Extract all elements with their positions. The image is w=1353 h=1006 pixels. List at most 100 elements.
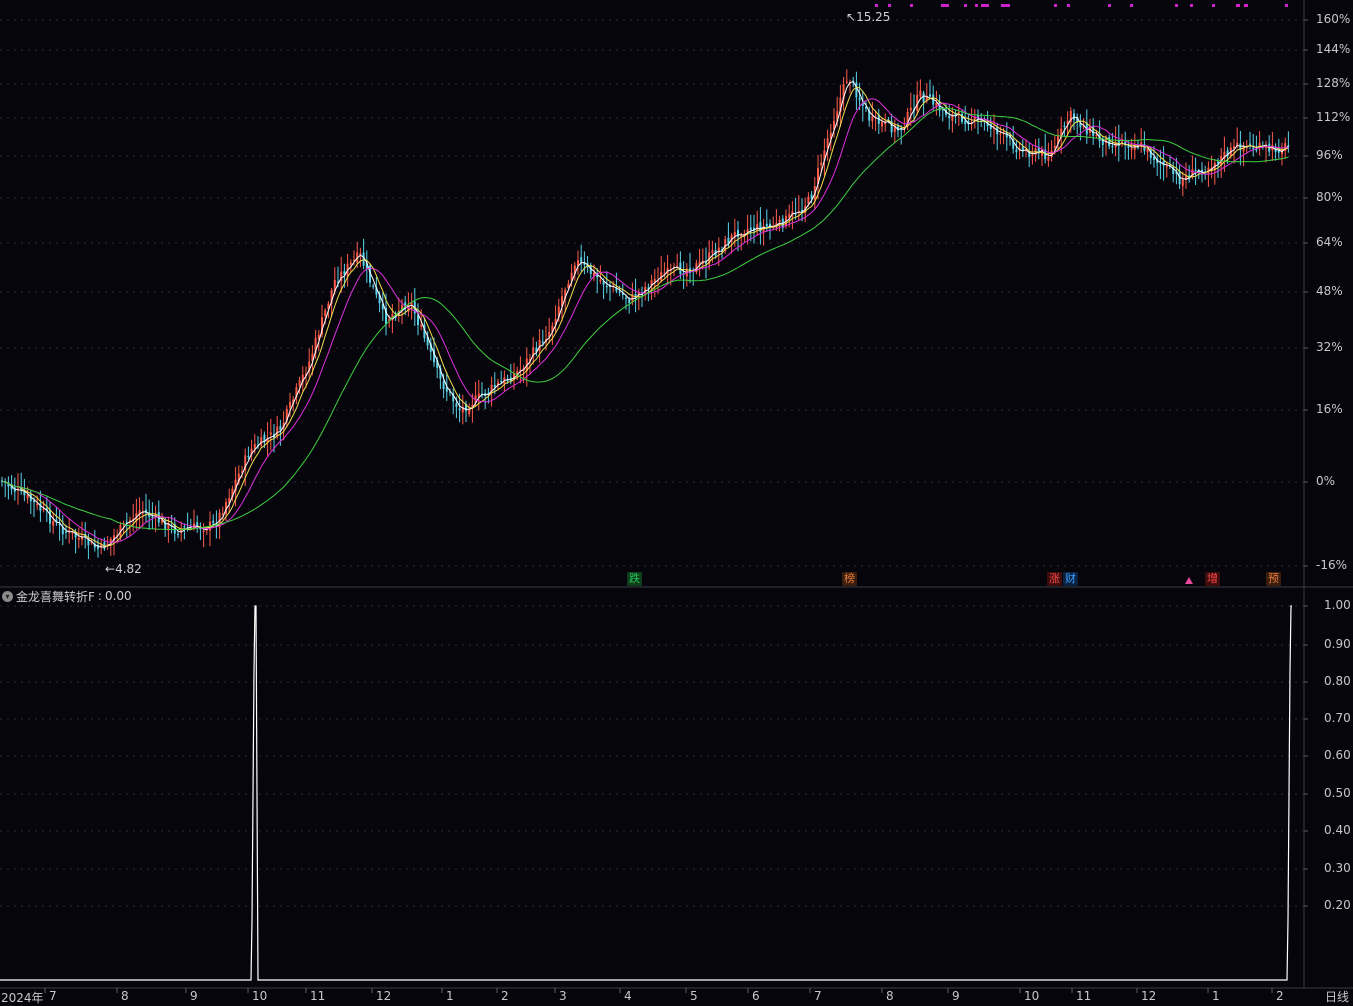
candle-body xyxy=(871,116,874,122)
event-badge[interactable]: 榜 xyxy=(842,572,857,586)
event-badge[interactable]: 增 xyxy=(1205,572,1220,586)
month-label: 10 xyxy=(252,989,268,1003)
signal-mark xyxy=(1190,4,1193,7)
candle-body xyxy=(177,533,179,536)
signal-mark xyxy=(1067,4,1070,7)
candle-body xyxy=(420,324,423,327)
candle-body xyxy=(26,494,29,499)
price-tick-label: 0% xyxy=(1316,474,1336,488)
month-label: 2 xyxy=(501,989,509,1003)
signal-mark xyxy=(1285,4,1288,7)
candle-body xyxy=(372,285,375,288)
candle-body xyxy=(1111,146,1114,148)
candle-body xyxy=(455,403,458,407)
candle-body xyxy=(52,520,55,526)
candle-body xyxy=(36,503,39,506)
candle-body xyxy=(1165,165,1168,168)
indicator-tick-label: 0.90 xyxy=(1324,637,1351,651)
candle-body xyxy=(765,223,768,227)
signal-mark xyxy=(888,4,891,7)
signal-mark xyxy=(1108,4,1111,7)
indicator-tick-label: 0.50 xyxy=(1324,786,1351,800)
candle-body xyxy=(289,401,291,408)
candle-body xyxy=(1063,125,1066,127)
month-label: 2024年 xyxy=(1,991,44,1005)
indicator-tick-label: 0.30 xyxy=(1324,861,1351,875)
month-label: 4 xyxy=(624,989,632,1003)
month-label: 9 xyxy=(190,989,198,1003)
candle-body xyxy=(909,107,912,111)
candle-body xyxy=(807,196,810,204)
candle-body xyxy=(183,526,186,528)
signal-mark xyxy=(981,4,989,7)
price-tick-label: 96% xyxy=(1316,148,1343,162)
candle-body xyxy=(845,81,848,83)
indicator-tick-label: 0.40 xyxy=(1324,823,1351,837)
candle-body xyxy=(929,94,931,97)
event-badge[interactable]: 财 xyxy=(1063,572,1078,586)
price-tick-label: 64% xyxy=(1316,235,1343,249)
signal-mark xyxy=(975,4,978,7)
candle-body xyxy=(618,291,621,293)
candle-body xyxy=(324,310,327,317)
candle-body xyxy=(778,219,781,223)
candle-body xyxy=(442,381,445,390)
candle-body xyxy=(1095,134,1098,137)
month-label: 6 xyxy=(752,989,760,1003)
month-label: 11 xyxy=(1076,989,1092,1003)
candle-body xyxy=(298,380,301,387)
candle-body xyxy=(1108,137,1111,147)
candle-body xyxy=(468,409,471,415)
candle-body xyxy=(42,508,45,510)
signal-mark xyxy=(964,4,967,7)
candle-body xyxy=(500,381,503,383)
candle-body xyxy=(458,408,461,411)
month-label: 12 xyxy=(376,989,392,1003)
signal-mark xyxy=(941,4,949,7)
candle-body xyxy=(580,257,583,263)
candle-body xyxy=(164,519,167,530)
signal-mark xyxy=(1244,4,1248,7)
candle-body xyxy=(202,530,205,533)
chevron-down-icon[interactable]: ▾ xyxy=(2,590,13,602)
candle-body xyxy=(1130,148,1133,150)
candle-body xyxy=(957,111,960,114)
candle-body xyxy=(77,537,80,540)
candle-body xyxy=(820,162,823,166)
month-label: 8 xyxy=(886,989,894,1003)
indicator-name: 金龙喜舞转折F xyxy=(16,589,95,604)
candle-body xyxy=(71,532,74,534)
candle-body xyxy=(1073,113,1075,120)
indicator-title[interactable]: ▾ 金龙喜舞转折F : 0.00 xyxy=(0,588,132,604)
candle-body xyxy=(65,531,67,533)
candle-body xyxy=(599,280,602,282)
candle-body xyxy=(941,109,944,111)
month-label: 3 xyxy=(559,989,567,1003)
ma60-line xyxy=(1,107,1289,530)
signal-mark xyxy=(1212,4,1215,7)
signal-mark xyxy=(875,4,878,7)
month-label: 1 xyxy=(446,989,454,1003)
signal-mark xyxy=(1054,4,1057,7)
candle-body xyxy=(260,437,263,446)
ma20-line xyxy=(1,98,1289,543)
signal-mark xyxy=(1130,4,1133,7)
candlesticks xyxy=(1,69,1290,559)
indicator-tick-label: 0.20 xyxy=(1324,898,1351,912)
candle-body xyxy=(625,297,627,299)
ma5-line xyxy=(1,81,1289,548)
event-badge[interactable]: 涨 xyxy=(1047,572,1062,586)
candle-body xyxy=(253,444,256,449)
candle-body xyxy=(1053,145,1056,149)
indicator-value: 0.00 xyxy=(104,589,132,603)
price-tick-label: 32% xyxy=(1316,340,1343,354)
candle-body xyxy=(1252,147,1255,149)
event-badge[interactable]: 跌 xyxy=(627,572,642,586)
high-marker: ↖15.25 xyxy=(846,10,891,24)
price-chart[interactable] xyxy=(0,0,1353,1004)
event-badge[interactable]: 预 xyxy=(1266,572,1281,586)
candle-body xyxy=(605,286,608,288)
candle-body xyxy=(1031,155,1034,157)
period-label[interactable]: 日线 xyxy=(1325,988,1349,1005)
candle-body xyxy=(948,115,951,119)
